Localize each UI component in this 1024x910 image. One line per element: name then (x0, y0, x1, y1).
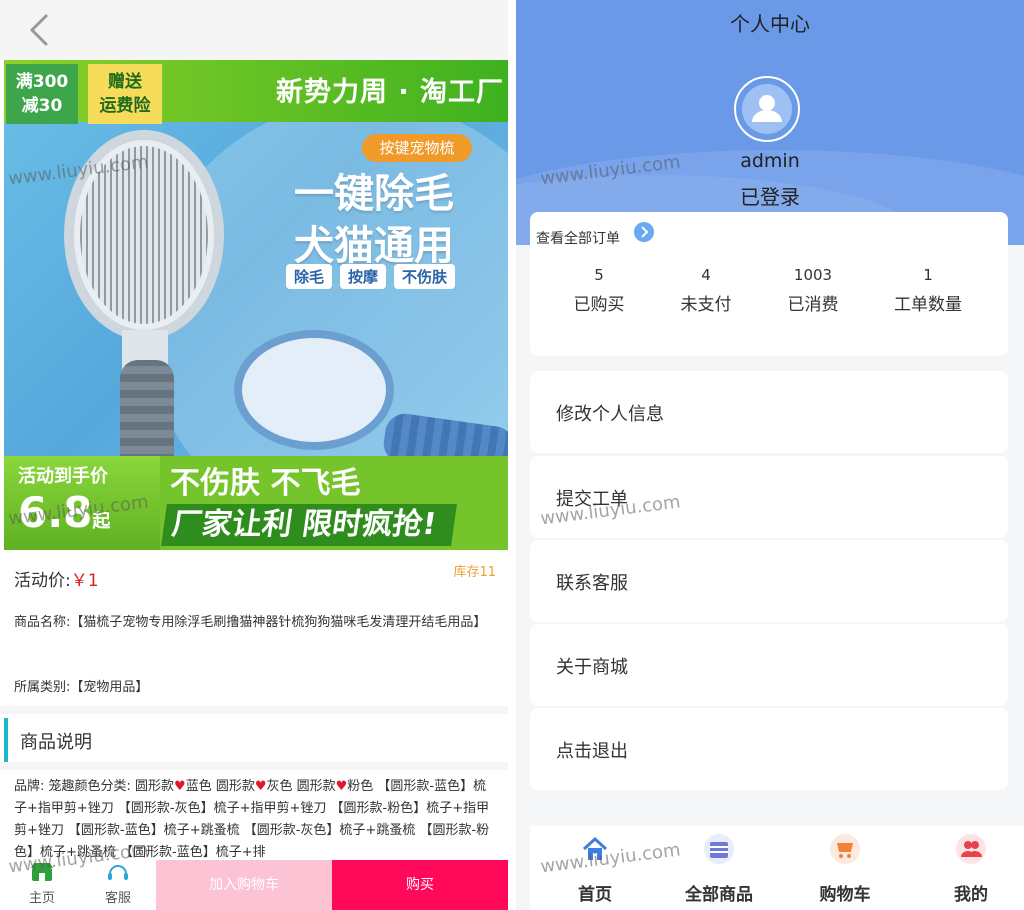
banner-brand-text: 新势力周 · 淘工厂 (276, 77, 505, 108)
section-header: 商品说明 (4, 718, 508, 762)
users-icon (956, 834, 986, 864)
banner-price-box: 活动到手价 6.8起 (4, 456, 160, 550)
stat-value: 4 (701, 266, 711, 284)
page-title: 个人中心 (730, 12, 810, 36)
heart-icon: ♥ (174, 779, 186, 794)
divider (0, 762, 508, 770)
add-to-cart-button[interactable]: 加入购物车 (156, 860, 332, 910)
shop-icon (31, 863, 53, 881)
product-category: 所属类别:【宠物用品】 (14, 680, 149, 695)
username: admin (740, 150, 800, 172)
stat-value: 1003 (793, 266, 833, 284)
product-image[interactable]: 满300 减30 赠送 运费险 新势力周 · 淘工厂 按键宠物梳 一键除毛 犬猫通用 … (4, 60, 508, 550)
login-status: 已登录 (740, 185, 800, 209)
banner-slogan-1: 不伤肤 不飞毛 (170, 466, 361, 501)
menu-item-submit-ticket[interactable]: 提交工单 (530, 456, 1008, 538)
banner-price-label: 活动到手价 (18, 466, 108, 487)
product-detail-panel: 满300 减30 赠送 运费险 新势力周 · 淘工厂 按键宠物梳 一键除毛 犬猫通用 … (0, 0, 508, 910)
second-comb-illustration (234, 330, 394, 450)
heart-icon: ♥ (335, 779, 348, 794)
banner-chip: 按摩 (340, 264, 387, 289)
menu-item-label: 关于商城 (556, 657, 628, 678)
store-icon (704, 834, 734, 864)
heart-icon: ♥ (254, 779, 267, 794)
bottom-tab-bar: 首页 全部商品 购物车 我的 (530, 826, 1024, 910)
view-all-orders-link[interactable]: 查看全部订单 (536, 228, 620, 248)
top-nav-bar (0, 0, 508, 60)
stock-count: 库存11 (453, 565, 496, 580)
menu-item-logout[interactable]: 点击退出 (530, 708, 1008, 790)
tab-label: 购物车 (819, 885, 871, 905)
price-label: 活动价: (14, 571, 71, 591)
banner-slogan-2: 厂家让利 限时疯抢! (161, 504, 457, 546)
banner-feature-chips: 除毛 按摩 不伤肤 (286, 264, 456, 289)
avatar[interactable] (734, 76, 800, 142)
tab-all-products[interactable]: 全部商品 (664, 830, 774, 910)
banner-headline: 一键除毛 犬猫通用 (294, 171, 454, 269)
user-center-panel: 个人中心 admin 已登录 查看全部订单 5 已购买 4 未支付 1003 已… (516, 0, 1024, 910)
back-chevron-icon[interactable] (22, 12, 58, 48)
stat-label: 已购买 (573, 295, 625, 315)
promo-badge-shipping-insurance: 赠送 运费险 (88, 64, 162, 124)
stat-label: 未支付 (680, 295, 732, 315)
banner-price: 6.8起 (18, 488, 111, 537)
stat-label: 工单数量 (894, 295, 962, 315)
divider (0, 706, 508, 714)
user-icon (742, 84, 792, 134)
tab-label: 我的 (954, 885, 988, 905)
price-value: ￥1 (70, 571, 99, 591)
stat-value: 1 (923, 266, 933, 284)
stat-tickets[interactable]: 1 工单数量 (873, 266, 983, 315)
menu-item-label: 提交工单 (556, 489, 628, 510)
menu-item-about-store[interactable]: 关于商城 (530, 624, 1008, 706)
buy-button[interactable]: 购买 (332, 860, 508, 910)
tab-home[interactable]: 首页 (540, 830, 650, 910)
profile-header: 个人中心 admin 已登录 (516, 0, 1024, 245)
menu-item-label: 修改个人信息 (556, 404, 664, 425)
customer-service-tab-label: 客服 (104, 891, 131, 906)
tab-mine[interactable]: 我的 (916, 830, 1024, 910)
section-title: 商品说明 (20, 732, 92, 753)
menu-item-label: 点击退出 (556, 741, 628, 762)
banner-tag: 按键宠物梳 (362, 134, 472, 162)
product-name: 商品名称:【猫梳子宠物专用除浮毛刷撸猫神器针梳狗狗猫咪毛发清理开结毛用品】 (14, 615, 487, 630)
orders-card: 查看全部订单 5 已购买 4 未支付 1003 已消费 1 工单数量 (530, 212, 1008, 356)
comb-pins-illustration (80, 146, 208, 324)
tab-cart[interactable]: 购物车 (790, 830, 900, 910)
banner-bottom-strip: 活动到手价 6.8起 不伤肤 不飞毛 厂家让利 限时疯抢! (4, 456, 508, 550)
banner-chip: 除毛 (286, 264, 333, 289)
arrow-right-icon[interactable] (634, 222, 654, 242)
stat-spent[interactable]: 1003 已消费 (758, 266, 868, 315)
customer-service-tab[interactable]: 客服 (92, 860, 144, 910)
tab-label: 首页 (578, 885, 612, 905)
activity-price: 活动价:￥1 (14, 566, 99, 591)
cart-icon (830, 834, 860, 864)
menu-item-contact-support[interactable]: 联系客服 (530, 540, 1008, 622)
stat-purchased[interactable]: 5 已购买 (544, 266, 654, 315)
home-tab-label: 主页 (28, 891, 55, 906)
stat-unpaid[interactable]: 4 未支付 (651, 266, 761, 315)
menu-item-label: 联系客服 (556, 573, 628, 594)
product-action-bar: 主页 客服 加入购物车 购买 (0, 860, 508, 910)
home-tab[interactable]: 主页 (16, 860, 68, 910)
stat-label: 已消费 (787, 295, 839, 315)
banner-chip: 不伤肤 (394, 264, 456, 289)
stat-value: 5 (594, 266, 604, 284)
product-description: 品牌: 笼趣颜色分类: 圆形款♥蓝色 圆形款♥灰色 圆形款♥粉色 【圆形款-蓝色… (14, 779, 490, 860)
menu-item-edit-profile[interactable]: 修改个人信息 (530, 371, 1008, 453)
house-icon (580, 834, 610, 864)
tab-label: 全部商品 (685, 885, 753, 905)
headset-icon (108, 865, 128, 880)
promo-badge-discount: 满300 减30 (6, 64, 78, 124)
